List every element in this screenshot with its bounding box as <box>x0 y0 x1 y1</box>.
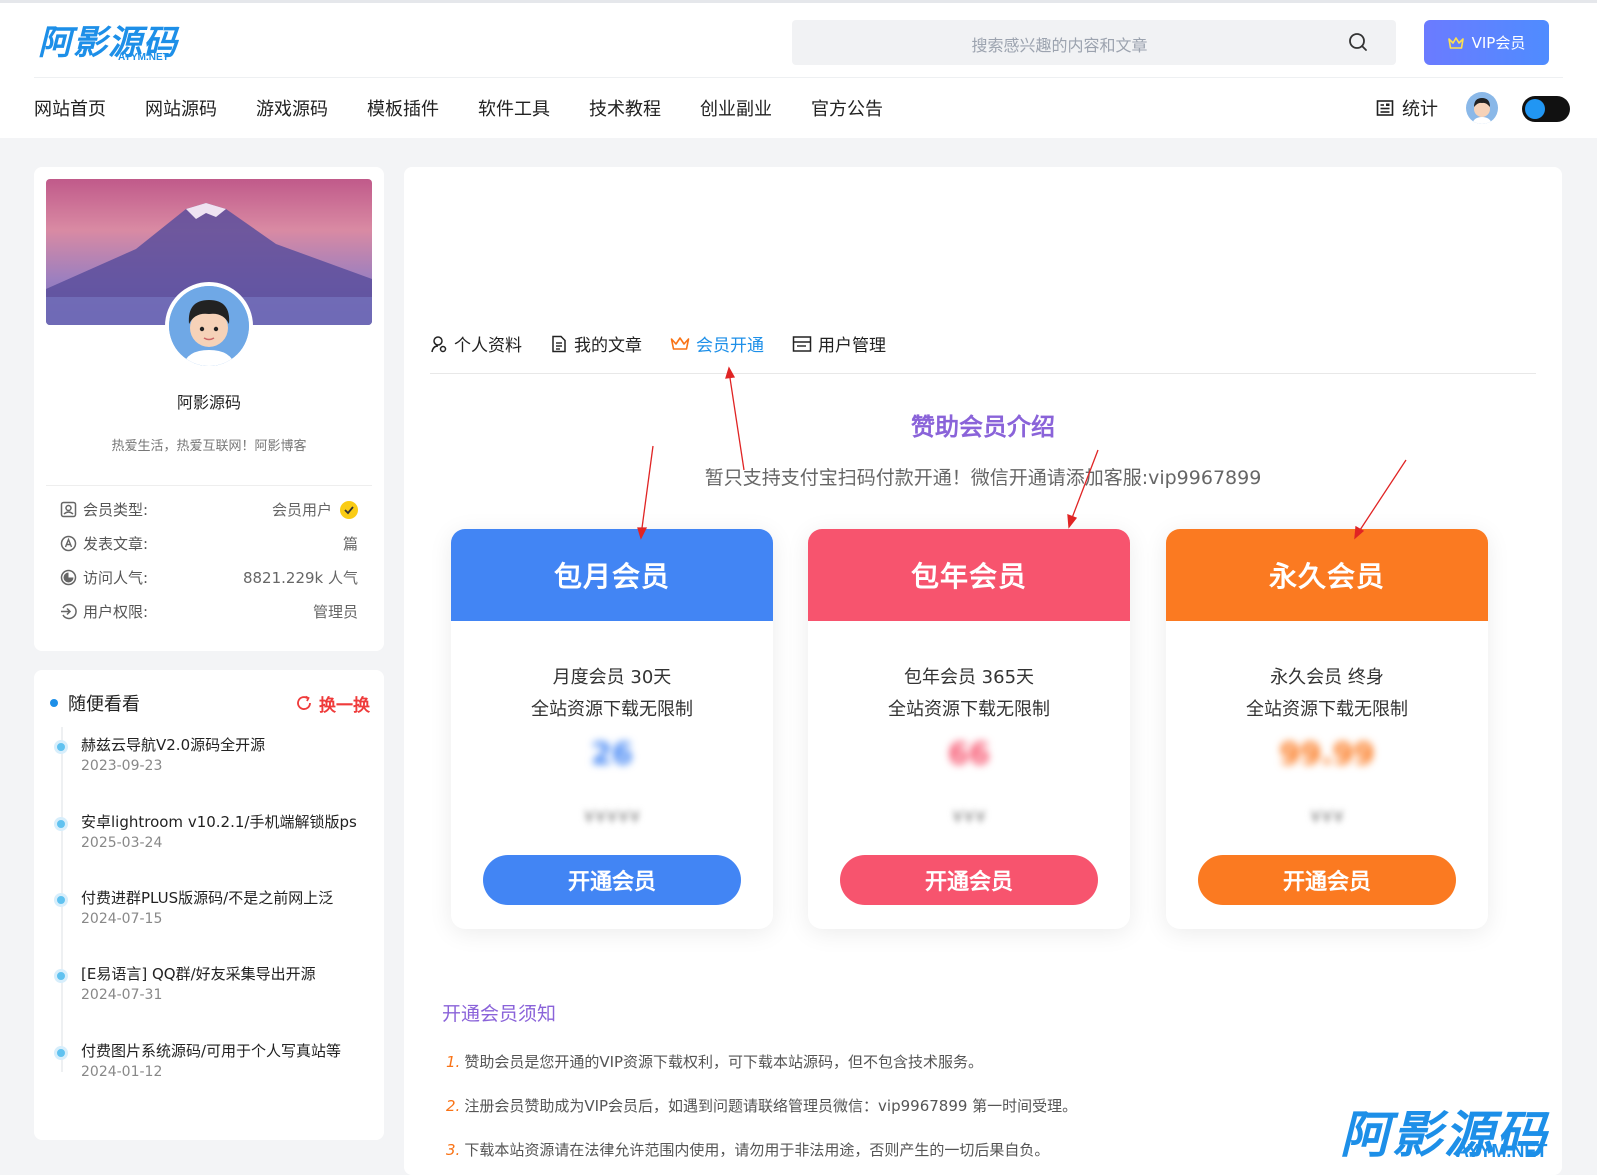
watermark-logo: 阿影源码 AYYM.NET <box>1340 1108 1547 1162</box>
watermark-subtext: AYYM.NET <box>1456 1141 1548 1161</box>
annotation-arrows <box>637 366 1407 540</box>
